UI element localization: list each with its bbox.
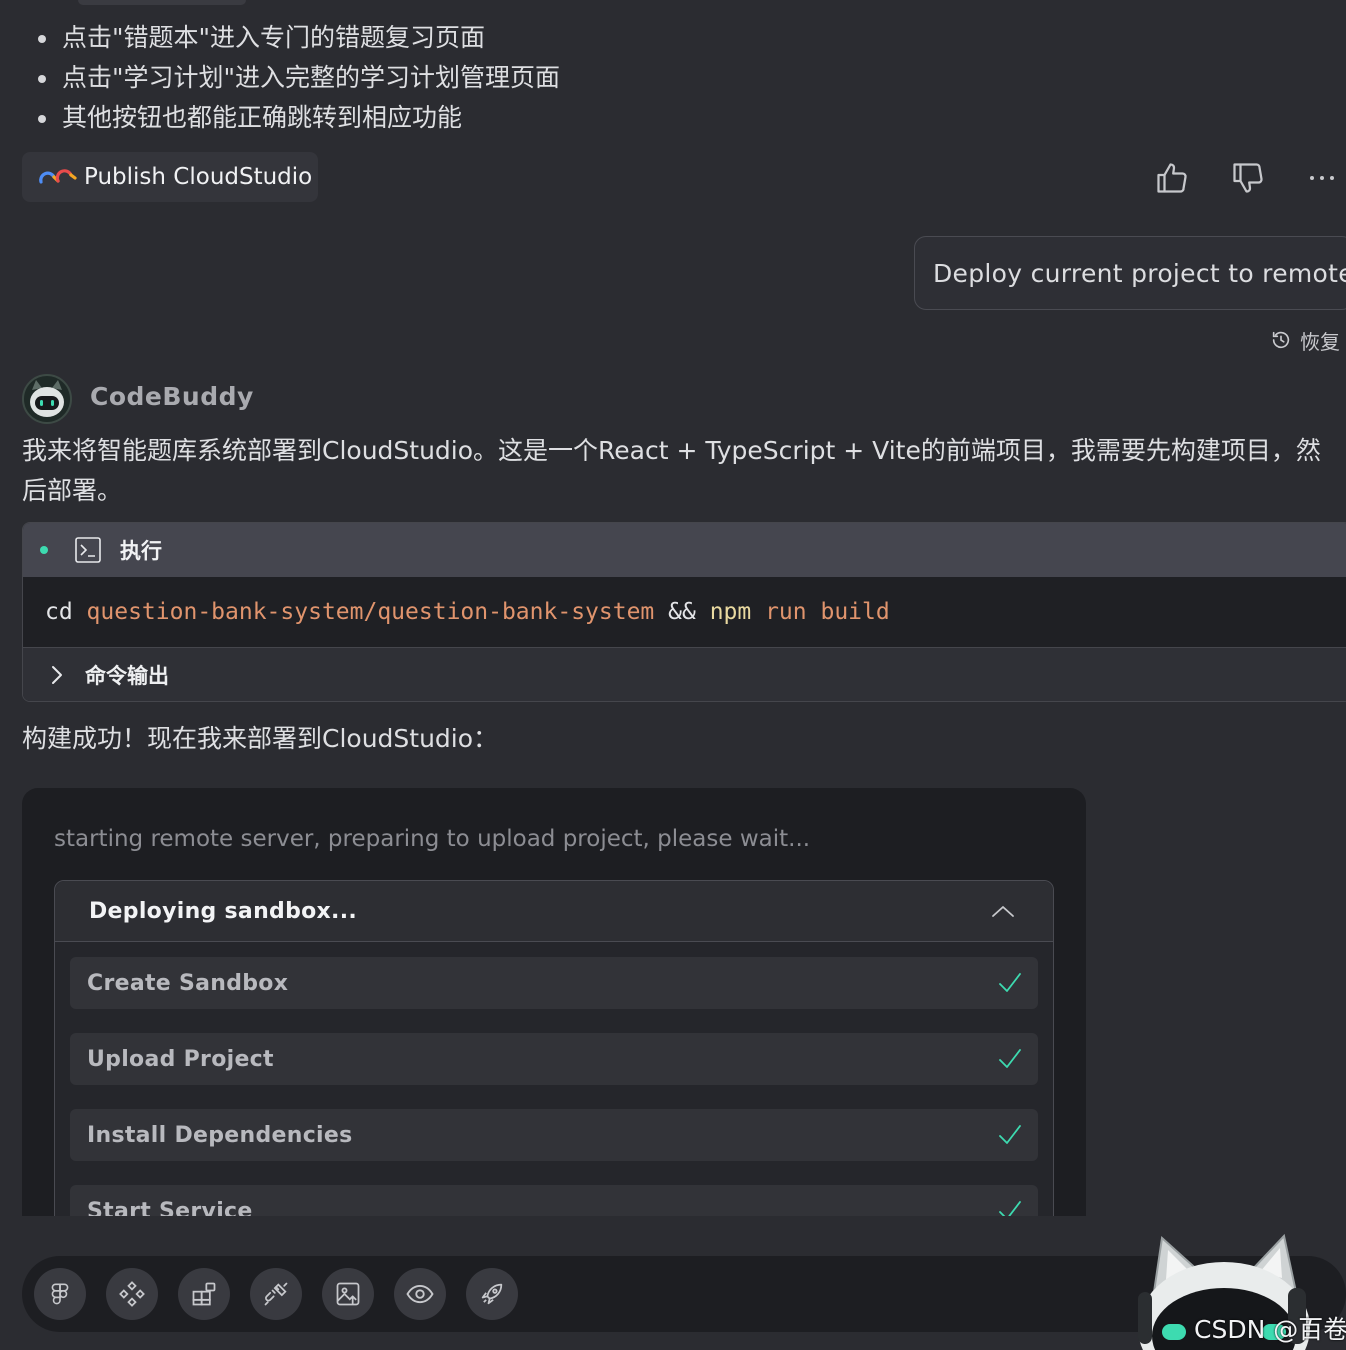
deploy-step: Install Dependencies [70, 1109, 1038, 1161]
feature-list: 点击"错题本"进入专门的错题复习页面 点击"学习计划"进入完整的学习计划管理页面… [36, 18, 560, 138]
chevron-right-icon [52, 666, 62, 684]
command-token: run build [765, 599, 890, 625]
eye-icon [406, 1284, 434, 1304]
rocket-icon [481, 1283, 503, 1305]
image-upload-button[interactable] [322, 1268, 374, 1320]
command-token: question-bank-system/question-bank-syste… [86, 599, 669, 625]
user-message-bubble: Deploy current project to remote [914, 236, 1346, 310]
add-block-button[interactable] [178, 1268, 230, 1320]
exec-title: 执行 [120, 539, 162, 563]
deploy-panel-title: Deploying sandbox... [89, 898, 358, 924]
image-upload-icon [336, 1282, 360, 1306]
deploy-steps-panel: Deploying sandbox... Create Sandbox Uplo… [54, 880, 1054, 1216]
check-icon [999, 1049, 1021, 1068]
top-tab-edge [78, 0, 246, 5]
command-token: cd [45, 599, 87, 625]
cloudstudio-logo-icon [39, 169, 77, 184]
agent-message: 构建成功！现在我来部署到CloudStudio： [22, 724, 499, 753]
publish-button-label: Publish CloudStudio [84, 164, 313, 190]
history-icon [1272, 331, 1290, 349]
chevron-up-icon [992, 906, 1014, 917]
deploy-step: Start Service [70, 1185, 1038, 1216]
deploy-button[interactable] [466, 1268, 518, 1320]
terminal-exec-card: 执行 cd question-bank-system/question-bank… [22, 522, 1346, 702]
deploy-step-label: Start Service [87, 1198, 253, 1217]
components-icon [119, 1281, 145, 1307]
command-token: npm [709, 599, 766, 625]
deploy-step-label: Create Sandbox [87, 970, 289, 996]
chat-panel: 点击"错题本"进入专门的错题复习页面 点击"学习计划"进入完整的学习计划管理页面… [0, 0, 1346, 1350]
exec-header: 执行 [23, 523, 1346, 577]
grid-add-icon [192, 1282, 216, 1306]
deploy-step: Upload Project [70, 1033, 1038, 1085]
check-icon [999, 1125, 1021, 1144]
preview-button[interactable] [394, 1268, 446, 1320]
thumbs-up-icon [1157, 163, 1187, 193]
thumbs-down-icon [1233, 163, 1263, 193]
command-line: cd question-bank-system/question-bank-sy… [23, 577, 1346, 648]
command-output-toggle[interactable]: 命令输出 [23, 648, 1346, 701]
dislike-button[interactable] [1226, 156, 1270, 200]
deploy-panel-header[interactable]: Deploying sandbox... [55, 881, 1053, 942]
deploy-step-label: Install Dependencies [87, 1122, 353, 1148]
agent-name: CodeBuddy [90, 382, 254, 411]
deploy-card: starting remote server, preparing to upl… [22, 788, 1086, 1216]
check-icon [999, 973, 1021, 992]
check-icon [999, 1201, 1021, 1216]
user-message-text: Deploy current project to remote [933, 258, 1346, 288]
more-icon [1310, 176, 1334, 180]
restore-button[interactable]: 恢复 [1270, 324, 1340, 356]
watermark: CSDN @百卷 [1194, 1315, 1346, 1344]
agent-message: 我来将智能题库系统部署到CloudStudio。这是一个React + Type… [22, 436, 1321, 505]
codebuddy-avatar [22, 374, 72, 424]
components-button[interactable] [106, 1268, 158, 1320]
status-dot [40, 546, 48, 554]
deploy-step: Create Sandbox [70, 957, 1038, 1009]
like-button[interactable] [1150, 156, 1194, 200]
terminal-icon [75, 537, 101, 563]
list-item: 点击"学习计划"进入完整的学习计划管理页面 [36, 58, 560, 98]
figma-icon [51, 1283, 69, 1305]
figma-button[interactable] [34, 1268, 86, 1320]
publish-cloudstudio-button[interactable]: Publish CloudStudio [22, 152, 318, 202]
command-output-label: 命令输出 [85, 664, 169, 688]
more-button[interactable] [1302, 156, 1342, 200]
deploy-status-text: starting remote server, preparing to upl… [54, 826, 811, 852]
plug-icon [264, 1282, 288, 1306]
deploy-step-label: Upload Project [87, 1046, 274, 1072]
command-token: && [668, 599, 710, 625]
restore-label: 恢复 [1300, 329, 1340, 354]
list-item: 点击"错题本"进入专门的错题复习页面 [36, 18, 560, 58]
list-item: 其他按钮也都能正确跳转到相应功能 [36, 98, 560, 138]
connect-button[interactable] [250, 1268, 302, 1320]
